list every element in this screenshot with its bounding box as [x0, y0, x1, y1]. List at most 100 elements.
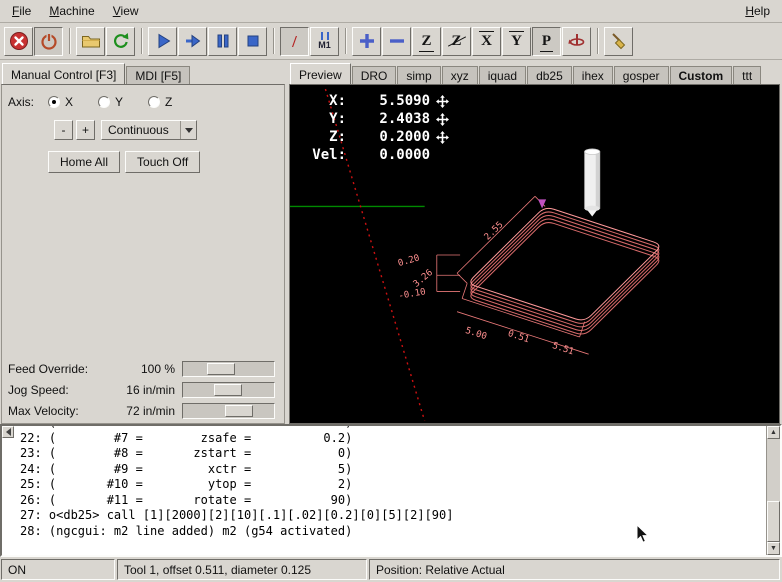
- view-z-icon: Z: [421, 34, 431, 49]
- axis-radio-y[interactable]: Y: [98, 95, 148, 109]
- toolbar: / M1 Z Z X Y P: [0, 23, 782, 60]
- touch-off-button[interactable]: Touch Off: [125, 151, 200, 173]
- view-z-button[interactable]: Z: [412, 27, 441, 56]
- scroll-up-icon[interactable]: ▲: [767, 426, 780, 439]
- axis-radio-x[interactable]: X: [48, 95, 98, 109]
- clear-plot-button[interactable]: [604, 27, 633, 56]
- estop-icon: [8, 30, 30, 52]
- homed-icon: [435, 131, 450, 144]
- slider-handle[interactable]: [207, 363, 235, 375]
- tab-manual-control[interactable]: Manual Control [F3]: [2, 63, 125, 84]
- pane-sash-handle[interactable]: [2, 426, 14, 438]
- dim-label: 5.51: [551, 341, 575, 357]
- feed-override-value: 100 %: [98, 362, 182, 376]
- tab-gosper[interactable]: gosper: [614, 66, 669, 84]
- view-perspective-icon: P: [542, 34, 551, 49]
- reload-icon: [110, 30, 132, 52]
- jog-speed-row: Jog Speed: 16 in/min: [8, 379, 278, 400]
- tab-xyz[interactable]: xyz: [442, 66, 478, 84]
- manual-control-panel: Manual Control [F3] MDI [F5] Axis: X Y: [0, 60, 286, 424]
- toolbar-separator: [69, 28, 71, 54]
- pause-button[interactable]: [208, 27, 237, 56]
- open-file-button[interactable]: [76, 27, 105, 56]
- home-row: Home All Touch Off: [48, 151, 278, 173]
- radio-icon: [98, 96, 110, 108]
- readout-z-value: 0.2000: [346, 129, 430, 145]
- menu-machine[interactable]: Machine: [40, 1, 103, 21]
- max-velocity-value: 72 in/min: [98, 404, 182, 418]
- view-y-button[interactable]: Y: [502, 27, 531, 56]
- zoom-out-icon: [386, 30, 408, 52]
- tab-db25[interactable]: db25: [527, 66, 572, 84]
- dim-label: 3.26: [412, 268, 435, 290]
- stop-button[interactable]: [238, 27, 267, 56]
- jog-mode-select[interactable]: Continuous: [101, 120, 197, 140]
- tab-iquad[interactable]: iquad: [479, 66, 526, 84]
- run-button[interactable]: [148, 27, 177, 56]
- tab-ihex[interactable]: ihex: [573, 66, 613, 84]
- homed-icon: [435, 113, 450, 126]
- machine-state-cell: ON: [1, 559, 115, 580]
- gcode-line: 22: ( #7 = zsafe = 0.2): [20, 431, 780, 447]
- gcode-scrollbar[interactable]: ▲ ▼: [766, 426, 780, 555]
- readout-row-x: X: 5.5090: [300, 92, 450, 110]
- tab-dro[interactable]: DRO: [352, 66, 397, 84]
- jog-minus-button[interactable]: -: [54, 120, 73, 140]
- menu-view[interactable]: View: [104, 1, 148, 21]
- axis-row: Axis: X Y Z: [8, 93, 278, 111]
- tab-custom[interactable]: Custom: [670, 66, 733, 84]
- homed-icon: [435, 95, 450, 108]
- zoom-out-button[interactable]: [382, 27, 411, 56]
- tab-mdi[interactable]: MDI [F5]: [126, 66, 190, 84]
- menu-help[interactable]: Help: [736, 1, 779, 21]
- home-all-button[interactable]: Home All: [48, 151, 120, 173]
- gcode-line: 28: (ngcgui: m2 line added) m2 (g54 acti…: [20, 524, 780, 540]
- tab-simp[interactable]: simp: [397, 66, 440, 84]
- skip-lines-button[interactable]: /: [280, 27, 309, 56]
- gcode-text-area[interactable]: 21: ( #6 = zinc = .02) 22: ( #7 = zsafe …: [0, 424, 782, 557]
- m1-icon: M1: [318, 40, 331, 50]
- scroll-down-icon[interactable]: ▼: [767, 542, 780, 555]
- tool-info-cell: Tool 1, offset 0.511, diameter 0.125: [117, 559, 367, 580]
- left-tabbar: Manual Control [F3] MDI [F5]: [0, 62, 286, 84]
- step-button[interactable]: [178, 27, 207, 56]
- position-readout: X: 5.5090 Y: 2.4038 Z: 0.2000: [300, 92, 450, 164]
- slider-handle[interactable]: [214, 384, 242, 396]
- gcode-line: 23: ( #8 = zstart = 0): [20, 446, 780, 462]
- view-x-button[interactable]: X: [472, 27, 501, 56]
- max-velocity-slider[interactable]: [182, 403, 275, 419]
- gcode-lines: 21: ( #6 = zinc = .02) 22: ( #7 = zsafe …: [2, 426, 780, 539]
- view-perspective-button[interactable]: P: [532, 27, 561, 56]
- feed-override-slider[interactable]: [182, 361, 275, 377]
- feed-override-row: Feed Override: 100 %: [8, 358, 278, 379]
- dim-label: -0.10: [398, 287, 427, 302]
- tool-info-text: Tool 1, offset 0.511, diameter 0.125: [124, 563, 311, 577]
- axis-radio-z[interactable]: Z: [148, 95, 198, 109]
- machine-power-button[interactable]: [34, 27, 63, 56]
- jog-speed-slider[interactable]: [182, 382, 275, 398]
- slider-handle[interactable]: [225, 405, 253, 417]
- rotate-view-button[interactable]: [562, 27, 591, 56]
- view-z-rotated-button[interactable]: Z: [442, 27, 471, 56]
- tab-ttt[interactable]: ttt: [733, 66, 761, 84]
- run-icon: [152, 30, 174, 52]
- zoom-in-button[interactable]: [352, 27, 381, 56]
- statusbar: ON Tool 1, offset 0.511, diameter 0.125 …: [0, 557, 782, 582]
- menu-file[interactable]: File: [3, 1, 40, 21]
- gcode-line: 27: o<db25> call [1][2000][2][10][.1][.0…: [20, 508, 780, 524]
- reload-button[interactable]: [106, 27, 135, 56]
- power-icon: [38, 30, 60, 52]
- dim-label: 2.55: [483, 220, 506, 242]
- preview-3d-view[interactable]: 2.55 0.20 3.26 -0.10 5.00 0.51 5.51: [289, 84, 780, 424]
- view-y-icon: Y: [511, 34, 522, 49]
- optional-pause-button[interactable]: M1: [310, 27, 339, 56]
- manual-control-content: Axis: X Y Z - +: [1, 84, 285, 424]
- estop-button[interactable]: [4, 27, 33, 56]
- max-velocity-label: Max Velocity:: [8, 404, 98, 418]
- scrollbar-thumb[interactable]: [767, 501, 780, 542]
- axis-radio-x-label: X: [65, 95, 73, 109]
- mouse-cursor: [636, 524, 650, 544]
- max-velocity-row: Max Velocity: 72 in/min: [8, 400, 278, 421]
- jog-plus-button[interactable]: +: [76, 120, 95, 140]
- tab-preview[interactable]: Preview: [290, 63, 351, 84]
